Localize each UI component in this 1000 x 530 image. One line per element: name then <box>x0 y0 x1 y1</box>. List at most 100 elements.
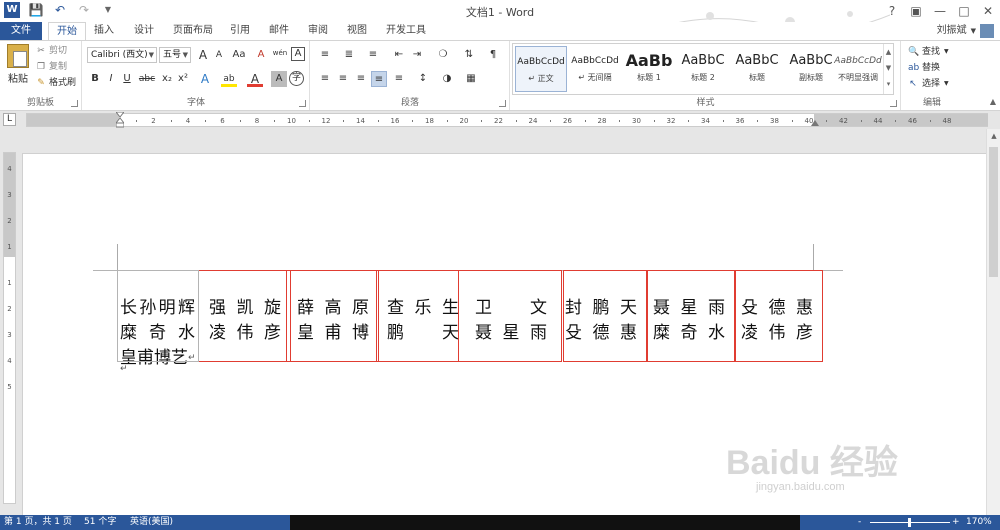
ruler-tick-mark <box>412 120 414 122</box>
sort-icon[interactable]: ⇅ <box>461 47 477 63</box>
paragraph-launcher-icon[interactable] <box>499 100 506 107</box>
borders-icon[interactable]: ▦ <box>463 71 479 87</box>
minimize-icon[interactable]: — <box>928 0 952 22</box>
cut-button[interactable]: ✂ 剪切 <box>36 44 67 58</box>
tab-page-layout[interactable]: 页面布局 <box>165 22 221 40</box>
right-indent-marker[interactable] <box>811 120 819 126</box>
page-count[interactable]: 第 1 页，共 1 页 <box>4 515 72 530</box>
tab-review[interactable]: 审阅 <box>300 22 336 40</box>
tab-references[interactable]: 引用 <box>222 22 258 40</box>
copy-button[interactable]: ❐ 复制 <box>36 60 67 74</box>
italic-button[interactable]: I <box>103 71 119 87</box>
style-subtle-emphasis[interactable]: AaBbCcDd 不明显强调 <box>833 46 883 92</box>
subscript-button[interactable]: x₂ <box>159 71 175 87</box>
crop-mark <box>813 244 814 270</box>
superscript-button[interactable]: x² <box>175 71 191 87</box>
tab-selector[interactable]: L <box>3 113 16 126</box>
style-heading-1[interactable]: AaBb 标题 1 <box>623 46 675 92</box>
chevron-down-icon[interactable]: ▼ <box>884 60 893 76</box>
char-border-button[interactable]: A <box>291 47 305 61</box>
shrink-font-button[interactable]: A <box>211 47 227 63</box>
chevron-up-icon[interactable]: ▲ <box>884 44 893 60</box>
show-marks-icon[interactable]: ¶ <box>485 47 501 63</box>
highlight-button[interactable]: ab <box>221 71 237 87</box>
increase-indent-icon[interactable]: ⇥ <box>409 47 425 63</box>
close-icon[interactable]: ✕ <box>976 0 1000 22</box>
line-spacing-icon[interactable]: ↕ <box>415 71 431 87</box>
grow-font-button[interactable]: A <box>195 47 211 63</box>
gallery-scroll[interactable]: ▲ ▼ ▾ <box>883 44 893 94</box>
font-name-select[interactable]: Calibri (西文) ▼ <box>87 47 157 63</box>
tab-insert[interactable]: 插入 <box>86 22 122 40</box>
tab-developer[interactable]: 开发工具 <box>378 22 434 40</box>
language-indicator[interactable]: 英语(美国) <box>130 515 173 530</box>
tab-design[interactable]: 设计 <box>126 22 162 40</box>
text-effects-button[interactable]: A <box>197 71 213 87</box>
tab-file[interactable]: 文件 <box>0 22 42 40</box>
cut-label: 剪切 <box>49 46 68 56</box>
paste-button[interactable]: 粘贴 <box>4 44 32 85</box>
format-painter-button[interactable]: ✎ 格式刷 <box>36 76 76 90</box>
word-count[interactable]: 51 个字 <box>84 515 116 530</box>
font-color-button[interactable]: A <box>247 71 263 87</box>
ribbon-display-icon[interactable]: ▣ <box>904 0 928 22</box>
find-button[interactable]: 🔍 查找 ▼ <box>908 45 949 59</box>
scroll-thumb[interactable] <box>989 147 998 277</box>
help-icon[interactable]: ? <box>880 0 904 22</box>
collapse-ribbon-icon[interactable]: ▲ <box>990 97 996 106</box>
align-right-icon[interactable]: ≡ <box>353 71 369 87</box>
tab-mailings[interactable]: 邮件 <box>261 22 297 40</box>
title-bar: W 💾 ↶ ↷ ▼ 文档1 - Word ? ▣ — □ ✕ <box>0 0 1000 33</box>
gallery-more-icon[interactable]: ▾ <box>884 76 893 92</box>
tab-view[interactable]: 视图 <box>339 22 375 40</box>
indent-marker[interactable] <box>114 111 126 128</box>
bullets-icon[interactable]: ≡ <box>317 47 333 63</box>
clear-format-button[interactable]: A <box>253 47 269 63</box>
styles-group-label: 样式 <box>696 98 715 108</box>
ruler-tick-label: 8 <box>254 117 260 125</box>
zoom-slider-thumb[interactable] <box>908 518 911 527</box>
numbering-icon[interactable]: ≣ <box>341 47 357 63</box>
document-area[interactable]: 长孙明辉糜奇水皇甫博艺 ↵ 强凯旋凌伟彦薛高原皇甫博查乐生鹏天卫文聂星雨封鹏天殳德惠… <box>18 129 986 515</box>
align-center-icon[interactable]: ≡ <box>335 71 351 87</box>
char-shading-button[interactable]: A <box>271 71 287 87</box>
styles-launcher-icon[interactable] <box>890 100 897 107</box>
vertical-ruler[interactable]: 4 3 2 1 1 2 3 4 5 <box>3 152 16 504</box>
maximize-icon[interactable]: □ <box>952 0 976 22</box>
ruler-tick-label: 22 <box>494 117 503 125</box>
font-launcher-icon[interactable] <box>299 100 306 107</box>
replace-label: 替换 <box>922 63 941 73</box>
shading-icon[interactable]: ◑ <box>439 71 455 87</box>
multilevel-list-icon[interactable]: ≡ <box>365 47 381 63</box>
decrease-indent-icon[interactable]: ⇤ <box>391 47 407 63</box>
justify-icon[interactable]: ≡ <box>371 71 387 87</box>
zoom-level[interactable]: 170% <box>966 515 992 530</box>
bold-button[interactable]: B <box>87 71 103 87</box>
style-title[interactable]: AaBbC 标题 <box>731 46 783 92</box>
replace-button[interactable]: ab 替换 <box>908 61 940 75</box>
strikethrough-button[interactable]: abc <box>137 71 157 87</box>
user-account[interactable]: 刘振斌 ▼ <box>937 22 994 40</box>
style-subtitle[interactable]: AaBbC 副标题 <box>785 46 837 92</box>
style-heading-2[interactable]: AaBbC 标题 2 <box>677 46 729 92</box>
font-group: Calibri (西文) ▼ 五号 ▼ A A Aa A wén A B I U… <box>83 41 310 110</box>
align-left-icon[interactable]: ≡ <box>317 71 333 87</box>
asian-layout-icon[interactable]: ❍ <box>435 47 451 63</box>
tab-home[interactable]: 开始 <box>48 22 86 40</box>
font-size-select[interactable]: 五号 ▼ <box>159 47 191 63</box>
select-button[interactable]: ↖ 选择 ▼ <box>908 77 948 91</box>
zoom-in-button[interactable]: + <box>952 515 960 530</box>
phonetic-guide-button[interactable]: wén <box>271 45 289 61</box>
zoom-out-button[interactable]: - <box>858 515 861 530</box>
enclose-char-button[interactable]: 字 <box>289 71 304 86</box>
distributed-icon[interactable]: ≡ <box>391 71 407 87</box>
change-case-button[interactable]: Aa <box>229 47 249 63</box>
style-normal[interactable]: AaBbCcDd ↵ 正文 <box>515 46 567 92</box>
horizontal-ruler[interactable]: 2 4 6 8 10 12 14 16 18 20 22 24 26 28 30 32 34 36 38 40 42 44… <box>26 111 988 128</box>
style-name: 副标题 <box>799 73 823 82</box>
underline-button[interactable]: U <box>119 71 135 87</box>
scroll-up-icon[interactable]: ▲ <box>987 129 1000 143</box>
vertical-scrollbar[interactable]: ▲ <box>986 129 1000 515</box>
style-no-spacing[interactable]: AaBbCcDd ↵ 无间隔 <box>569 46 621 92</box>
clipboard-launcher-icon[interactable] <box>71 100 78 107</box>
